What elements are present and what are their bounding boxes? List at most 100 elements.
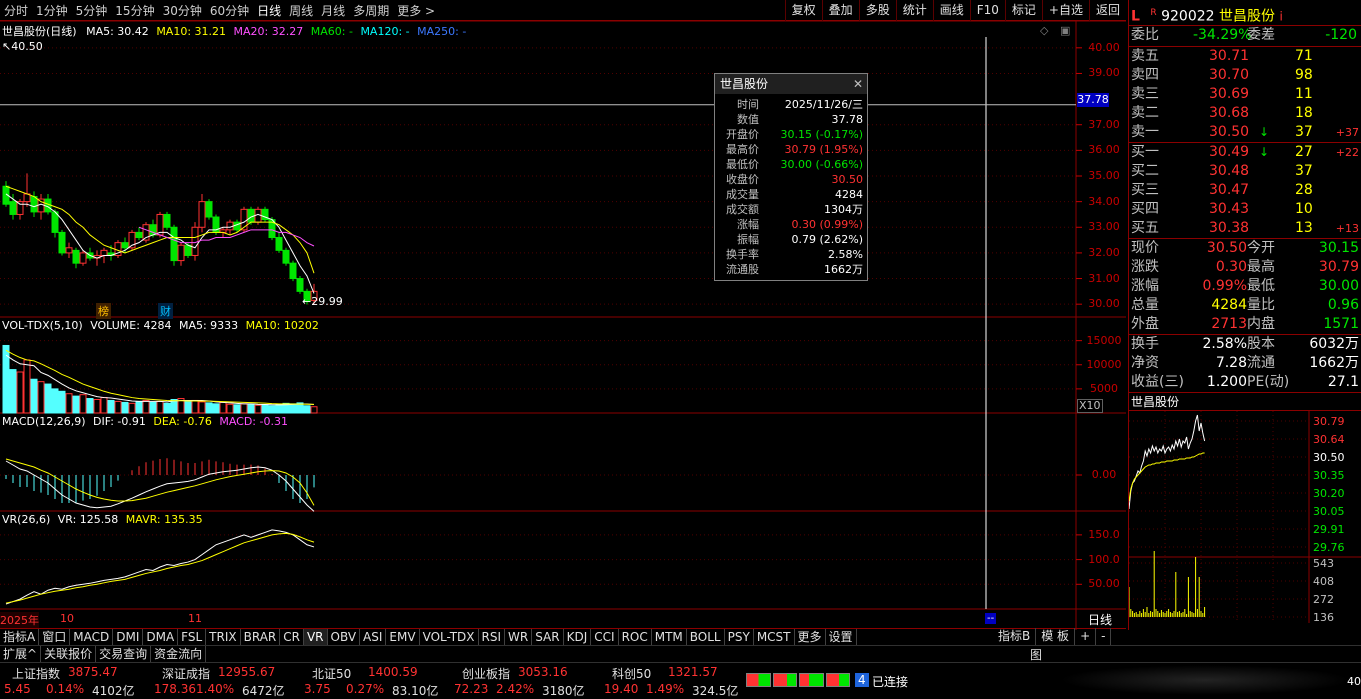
asks-row[interactable]: 卖四 30.70 98 bbox=[1129, 66, 1361, 85]
chart-tab[interactable]: 图 bbox=[1030, 646, 1042, 663]
panel-toggle-icon[interactable]: ▣ bbox=[1060, 24, 1070, 37]
index-amount: 6472亿 bbox=[242, 684, 285, 698]
indicator-tab-18[interactable]: CCI bbox=[591, 629, 619, 645]
toolbar-button-8[interactable]: 返回 bbox=[1088, 0, 1126, 21]
period-tab-7[interactable]: 周线 bbox=[285, 2, 317, 19]
index-price: 1321.57 bbox=[668, 665, 718, 679]
period-tab-3[interactable]: 15分钟 bbox=[111, 2, 158, 19]
stat2-label: 收益(三) bbox=[1131, 374, 1184, 390]
index-name[interactable]: 深证成指 bbox=[162, 665, 210, 682]
period-tab-10[interactable]: 更多 > bbox=[393, 2, 439, 19]
period-tab-0[interactable]: 分时 bbox=[0, 2, 32, 19]
bids-row[interactable]: 买二 30.48 37 bbox=[1129, 162, 1361, 181]
intraday-mini-chart[interactable]: 30.79 30.64 30.50 30.35 30.20 30.05 29.91 29.76… bbox=[1128, 411, 1361, 624]
indicator-tab-20[interactable]: MTM bbox=[652, 629, 687, 645]
period-tab-8[interactable]: 月线 bbox=[317, 2, 349, 19]
indicator-tab-3[interactable]: DMI bbox=[113, 629, 144, 645]
volume-bar bbox=[65, 393, 73, 414]
indicator-tab-13[interactable]: VOL-TDX bbox=[420, 629, 479, 645]
indicator-tab-9[interactable]: VR bbox=[303, 629, 328, 645]
stat2-label: 净资 bbox=[1131, 355, 1159, 371]
period-tab-2[interactable]: 5分钟 bbox=[72, 2, 112, 19]
indicator-tab-22[interactable]: PSY bbox=[725, 629, 754, 645]
stat2-value: 2.58% bbox=[1202, 336, 1247, 352]
bids-row[interactable]: 买三 30.47 28 bbox=[1129, 181, 1361, 200]
ext-tab-1[interactable]: 关联报价 bbox=[41, 646, 97, 662]
asks-row[interactable]: 卖二 30.68 18 bbox=[1129, 104, 1361, 123]
index-name[interactable]: 创业板指 bbox=[462, 665, 510, 682]
indicator-tab-16[interactable]: SAR bbox=[532, 629, 564, 645]
indicator-tab-1[interactable]: 窗口 bbox=[39, 629, 71, 645]
indicator-tab-17[interactable]: KDJ bbox=[564, 629, 592, 645]
indicator-tab-25[interactable]: 设置 bbox=[826, 629, 857, 645]
indicator-tab-24[interactable]: 更多 bbox=[795, 629, 826, 645]
indicator-tab-12[interactable]: EMV bbox=[386, 629, 420, 645]
mini-price-line bbox=[1128, 414, 1206, 510]
right-tab-3[interactable]: - bbox=[1096, 628, 1112, 645]
period-tab-6[interactable]: 日线 bbox=[253, 2, 285, 19]
info-icon[interactable]: i bbox=[1279, 10, 1282, 24]
period-tab-4[interactable]: 30分钟 bbox=[159, 2, 206, 19]
right-tab-1[interactable]: 模 板 bbox=[1036, 628, 1076, 645]
chart-area[interactable]: 世昌股份(日线) MA5: 30.42 MA10: 31.21 MA20: 32… bbox=[0, 21, 1126, 630]
stat-row: 涨跌 0.30 最高 30.79 bbox=[1129, 258, 1361, 277]
tooltip-row: 最低价 30.00 (-0.66%) bbox=[715, 157, 867, 172]
toolbar-button-3[interactable]: 统计 bbox=[895, 0, 933, 21]
indicator-tab-14[interactable]: RSI bbox=[479, 629, 506, 645]
index-pct: 2.42% bbox=[496, 682, 535, 696]
indicator-tab-5[interactable]: FSL bbox=[178, 629, 207, 645]
bids-row[interactable]: 买一 30.49 ↓ 27 +22 bbox=[1129, 143, 1361, 162]
quote-title: L R 920022 世昌股份 i bbox=[1129, 0, 1361, 26]
tooltip-row: 成交量 4284 bbox=[715, 187, 867, 202]
index-name[interactable]: 北证50 bbox=[312, 665, 351, 682]
ext-tab-0[interactable]: 扩展^ bbox=[0, 646, 42, 662]
ext-tab-2[interactable]: 交易查询 bbox=[96, 646, 152, 662]
indicator-tab-4[interactable]: DMA bbox=[143, 629, 179, 645]
diamond-icon[interactable]: ◇ bbox=[1040, 24, 1048, 37]
right-tab-2[interactable]: + bbox=[1075, 628, 1097, 645]
indicator-tab-10[interactable]: OBV bbox=[328, 629, 361, 645]
indicator-tab-0[interactable]: 指标A bbox=[0, 629, 40, 645]
index-name[interactable]: 上证指数 bbox=[12, 665, 60, 682]
indicator-tab-8[interactable]: CR bbox=[280, 629, 304, 645]
stat2-row: 净资 7.28 流通 1662万 bbox=[1129, 354, 1361, 373]
y-tick-label: 150.0 bbox=[1088, 527, 1120, 541]
candle-body bbox=[289, 262, 297, 280]
finance-marker[interactable]: 财 bbox=[158, 303, 173, 319]
toolbar-button-7[interactable]: +自选 bbox=[1041, 0, 1089, 21]
period-tab-1[interactable]: 1分钟 bbox=[32, 2, 72, 19]
stat-value: 2713 bbox=[1211, 316, 1247, 332]
bids-row[interactable]: 买四 30.43 10 bbox=[1129, 200, 1361, 219]
connection-status[interactable]: 已连接 bbox=[872, 673, 908, 690]
indicator-tab-6[interactable]: TRIX bbox=[206, 629, 241, 645]
toolbar-button-0[interactable]: 复权 bbox=[784, 0, 822, 21]
mini-price-tick: 29.76 bbox=[1313, 541, 1345, 554]
vol-volume: VOLUME: 4284 bbox=[90, 319, 172, 332]
indicator-tab-11[interactable]: ASI bbox=[360, 629, 387, 645]
asks-row[interactable]: 卖一 30.50 ↓ 37 +37 bbox=[1129, 123, 1361, 142]
indicator-tab-7[interactable]: BRAR bbox=[241, 629, 281, 645]
macd-dea: DEA: -0.76 bbox=[153, 415, 212, 428]
toolbar-button-6[interactable]: 标记 bbox=[1004, 0, 1042, 21]
asks-row[interactable]: 卖三 30.69 11 bbox=[1129, 85, 1361, 104]
tooltip-row: 涨幅 0.30 (0.99%) bbox=[715, 217, 867, 232]
rank-marker[interactable]: 榜 bbox=[96, 303, 111, 319]
indicator-tab-23[interactable]: MCST bbox=[754, 629, 795, 645]
stat2-value: 27.1 bbox=[1327, 374, 1359, 390]
indicator-tab-21[interactable]: BOLL bbox=[687, 629, 725, 645]
indicator-tab-19[interactable]: ROC bbox=[619, 629, 652, 645]
period-tab-9[interactable]: 多周期 bbox=[349, 2, 393, 19]
toolbar-button-4[interactable]: 画线 bbox=[932, 0, 970, 21]
index-name[interactable]: 科创50 bbox=[612, 665, 651, 682]
toolbar-button-2[interactable]: 多股 bbox=[858, 0, 896, 21]
indicator-tab-2[interactable]: MACD bbox=[70, 629, 114, 645]
close-icon[interactable]: ✕ bbox=[853, 74, 863, 94]
ext-tab-3[interactable]: 资金流向 bbox=[151, 646, 207, 662]
asks-row[interactable]: 卖五 30.71 71 bbox=[1129, 47, 1361, 66]
toolbar-button-1[interactable]: 叠加 bbox=[821, 0, 859, 21]
right-tab-0[interactable]: 指标B bbox=[993, 628, 1037, 645]
toolbar-button-5[interactable]: F10 bbox=[969, 0, 1005, 21]
bids-row[interactable]: 买五 30.38 13 +13 bbox=[1129, 219, 1361, 238]
indicator-tab-15[interactable]: WR bbox=[505, 629, 533, 645]
period-tab-5[interactable]: 60分钟 bbox=[206, 2, 253, 19]
